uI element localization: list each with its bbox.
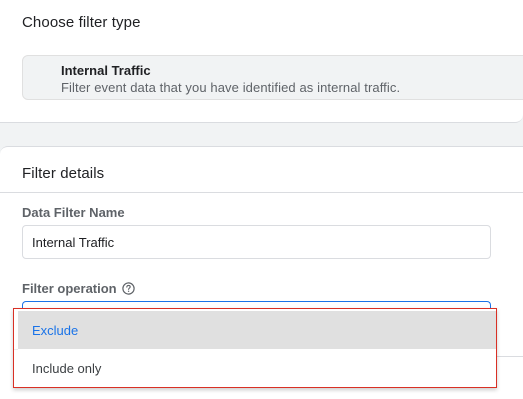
data-filter-name-label: Data Filter Name	[22, 205, 125, 220]
filter-operation-menu: Exclude Include only	[13, 308, 497, 388]
divider	[497, 356, 523, 357]
data-filter-name-input[interactable]	[22, 225, 491, 259]
filter-type-card: Choose filter type Internal Traffic Filt…	[0, 0, 523, 123]
help-icon[interactable]	[121, 282, 135, 295]
filter-details-title: Filter details	[22, 165, 105, 182]
filter-type-option-description: Filter event data that you have identifi…	[61, 80, 401, 95]
menu-item-include-only[interactable]: Include only	[18, 349, 496, 387]
filter-operation-label: Filter operation	[22, 281, 117, 296]
filter-type-title: Choose filter type	[22, 14, 141, 31]
page: Choose filter type Internal Traffic Filt…	[0, 0, 523, 399]
menu-item-exclude[interactable]: Exclude	[18, 311, 496, 349]
filter-type-option-title: Internal Traffic	[61, 63, 151, 78]
divider	[0, 192, 523, 193]
filter-type-option-internal-traffic[interactable]: Internal Traffic Filter event data that …	[22, 55, 523, 100]
filter-operation-label-row: Filter operation	[22, 281, 135, 296]
